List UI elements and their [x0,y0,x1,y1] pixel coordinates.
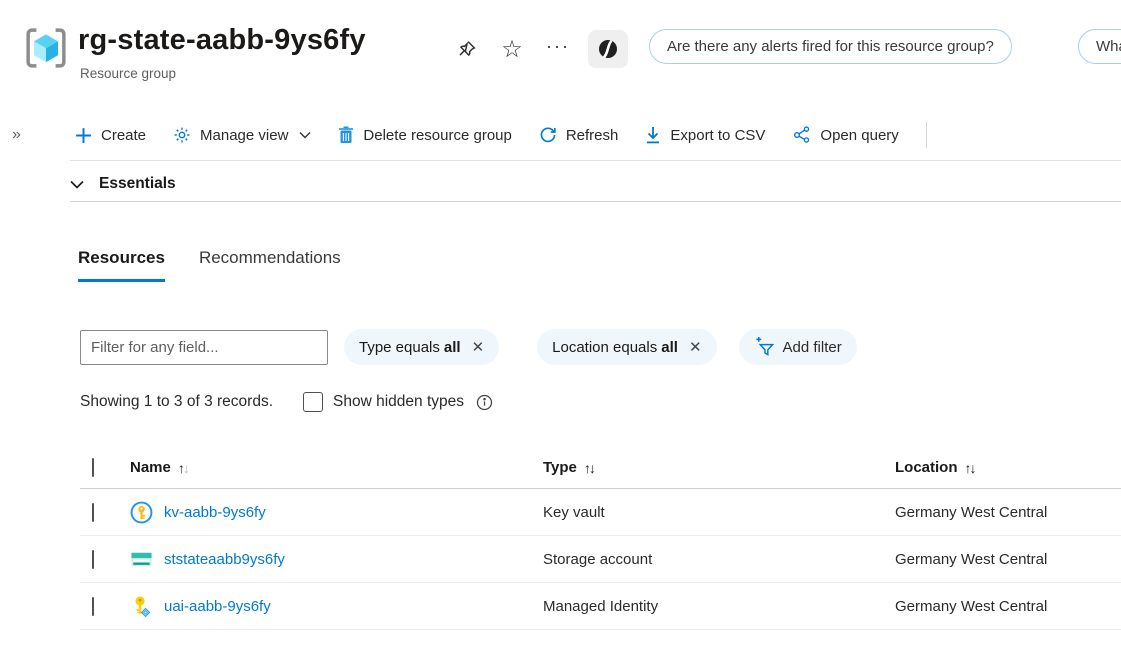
refresh-icon [539,126,557,144]
graph-query-icon [792,126,811,144]
filter-pill-type[interactable]: Type equals all ✕ [344,329,499,365]
copilot-suggestion-truncated[interactable]: Wha [1078,29,1121,64]
column-header-name[interactable]: Name ↑↓ [130,459,543,476]
info-icon[interactable] [476,394,493,411]
create-label: Create [101,127,146,144]
page-header: rg-state-aabb-9ys6fy Resource group ☆ ··… [0,0,1121,110]
favorite-star-icon[interactable]: ☆ [496,33,528,65]
refresh-label: Refresh [566,127,619,144]
toolbar-divider [926,122,927,148]
pill-value: all [444,339,461,356]
copilot-button[interactable] [588,30,628,68]
chevron-down-icon [299,131,311,139]
resources-table: Name ↑↓ Type ↑↓ Location ↑↓ kv-aabb-9ys6… [80,447,1121,630]
table-row: uai-aabb-9ys6fy Managed Identity Germany… [80,583,1121,630]
suggestion-text: Are there any alerts fired for this reso… [667,38,994,55]
resource-location: Germany West Central [895,598,1121,615]
copilot-suggestion-alerts[interactable]: Are there any alerts fired for this reso… [649,29,1012,64]
resource-type: Storage account [543,551,895,568]
resource-link[interactable]: uai-aabb-9ys6fy [164,598,271,615]
filter-pill-location[interactable]: Location equals all ✕ [537,329,716,365]
remove-filter-icon[interactable]: ✕ [472,338,485,356]
filter-input[interactable] [80,330,328,365]
delete-resource-group-button[interactable]: Delete resource group [338,126,511,144]
pill-prefix: Type equals [359,339,440,356]
resource-location: Germany West Central [895,504,1121,521]
command-bar: Create Manage view Delete resource group… [75,110,927,160]
essentials-border [70,201,1121,202]
tab-bar: Resources Recommendations [78,248,341,282]
sort-icon: ↑↓ [965,460,975,476]
export-to-csv-button[interactable]: Export to CSV [645,126,765,144]
row-checkbox[interactable] [92,550,94,569]
resource-link[interactable]: kv-aabb-9ys6fy [164,504,266,521]
resource-link[interactable]: ststateaabb9ys6fy [164,551,285,568]
add-filter-button[interactable]: Add filter [739,329,857,365]
sort-icon: ↑↓ [584,460,594,476]
refresh-button[interactable]: Refresh [539,126,619,144]
essentials-toggle[interactable]: Essentials [70,168,176,200]
download-icon [645,126,661,144]
page-title: rg-state-aabb-9ys6fy [78,24,366,57]
row-checkbox[interactable] [92,597,94,616]
open-query-label: Open query [820,127,898,144]
row-checkbox[interactable] [92,503,94,522]
remove-filter-icon[interactable]: ✕ [689,338,702,356]
sort-icon: ↑↓ [178,460,188,476]
pill-value: all [661,339,678,356]
records-summary-row: Showing 1 to 3 of 3 records. Show hidden… [80,392,493,412]
select-all-checkbox[interactable] [92,458,94,477]
storage-account-icon [130,548,153,571]
pin-icon[interactable] [450,33,482,65]
essentials-label: Essentials [99,175,176,193]
chevron-down-icon [70,180,84,189]
add-filter-label: Add filter [783,339,842,356]
create-button[interactable]: Create [75,127,146,144]
filter-bar: Type equals all ✕ Location equals all ✕ … [80,329,857,365]
more-options-icon[interactable]: ··· [542,33,574,65]
key-vault-icon [130,501,153,524]
show-hidden-types-checkbox[interactable] [303,392,323,412]
plus-icon [75,127,92,144]
trash-icon [338,126,354,144]
resource-location: Germany West Central [895,551,1121,568]
column-header-location[interactable]: Location ↑↓ [895,459,1121,476]
resource-group-icon [22,24,70,72]
page-subtitle: Resource group [80,66,176,81]
resource-type: Managed Identity [543,598,895,615]
table-row: kv-aabb-9ys6fy Key vault Germany West Ce… [80,489,1121,536]
toolbar-border [70,160,1121,161]
add-filter-icon [754,337,775,358]
resource-type: Key vault [543,504,895,521]
table-row: ststateaabb9ys6fy Storage account German… [80,536,1121,583]
export-csv-label: Export to CSV [670,127,765,144]
show-hidden-types-label: Show hidden types [333,393,464,411]
manage-view-label: Manage view [200,127,288,144]
tab-resources[interactable]: Resources [78,248,165,282]
collapse-menu-icon[interactable]: » [8,122,25,148]
table-header-row: Name ↑↓ Type ↑↓ Location ↑↓ [80,447,1121,489]
managed-identity-icon [130,595,153,618]
suggestion-text: Wha [1096,38,1121,55]
open-query-button[interactable]: Open query [792,126,898,144]
pill-prefix: Location equals [552,339,657,356]
manage-view-button[interactable]: Manage view [173,126,311,144]
records-summary: Showing 1 to 3 of 3 records. [80,393,273,411]
tab-recommendations[interactable]: Recommendations [199,248,341,282]
gear-icon [173,126,191,144]
column-header-type[interactable]: Type ↑↓ [543,459,895,476]
delete-label: Delete resource group [363,127,511,144]
